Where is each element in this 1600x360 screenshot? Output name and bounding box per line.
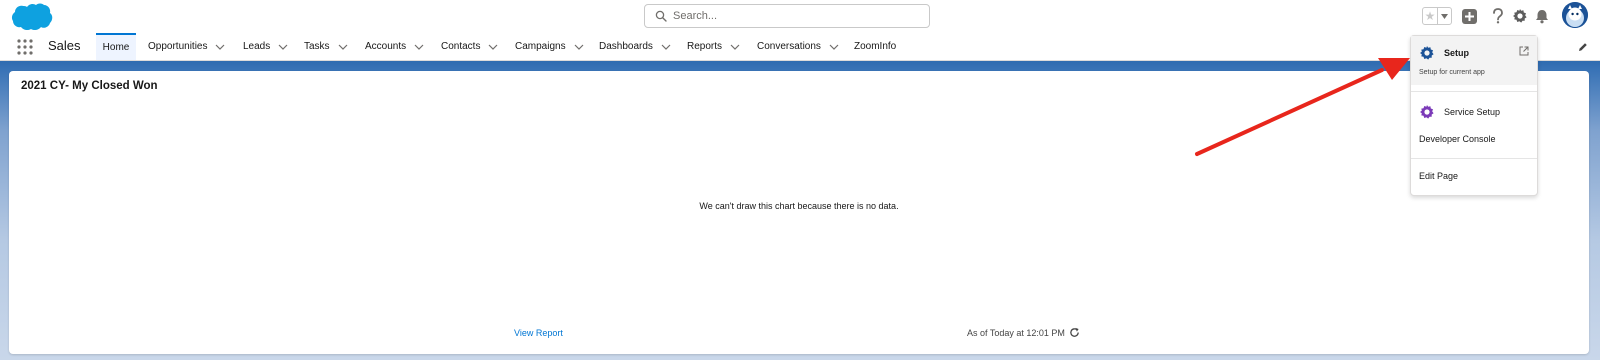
help-button[interactable]	[1489, 7, 1507, 25]
setup-menu-dropdown: Setup Setup for current app Service Setu…	[1410, 35, 1538, 196]
app-name: Sales	[48, 38, 81, 53]
global-actions-button[interactable]	[1460, 7, 1478, 25]
bell-icon	[1536, 9, 1548, 23]
view-report-link[interactable]: View Report	[514, 328, 563, 338]
tab-accounts[interactable]: Accounts	[365, 33, 424, 60]
chevron-down-icon[interactable]	[730, 44, 740, 50]
service-setup-label: Service Setup	[1444, 107, 1501, 117]
developer-console-menu-item[interactable]: Developer Console	[1411, 129, 1537, 149]
tab-label: Campaigns	[515, 41, 566, 52]
setup-gear-button[interactable]	[1511, 7, 1529, 25]
service-setup-menu-item[interactable]: Service Setup	[1411, 100, 1537, 124]
salesforce-logo[interactable]	[10, 2, 54, 32]
setup-sublabel: Setup for current app	[1419, 69, 1485, 76]
favorites-group: ★	[1422, 7, 1452, 25]
chevron-down-icon[interactable]	[414, 44, 424, 50]
app-navigation-bar: Sales Home Opportunities Leads Tasks Acc…	[0, 33, 1600, 61]
app-launcher-icon[interactable]	[17, 39, 33, 55]
setup-menu-item[interactable]: Setup Setup for current app	[1411, 36, 1537, 85]
edit-page-menu-item[interactable]: Edit Page	[1411, 166, 1537, 186]
global-header: ★	[0, 0, 1600, 33]
last-refreshed-text: As of Today at 12:01 PM	[967, 328, 1065, 338]
tab-label: Conversations	[757, 41, 821, 52]
gear-icon	[1420, 46, 1434, 60]
tab-label: Leads	[243, 41, 271, 52]
notifications-button[interactable]	[1533, 7, 1551, 25]
add-icon	[1461, 8, 1477, 24]
tab-label: Opportunities	[148, 41, 208, 52]
chevron-down-icon[interactable]	[574, 44, 584, 50]
tab-label: Home	[102, 42, 130, 53]
tab-leads[interactable]: Leads	[243, 33, 288, 60]
menu-divider	[1411, 158, 1537, 159]
gear-icon	[1420, 105, 1434, 119]
developer-console-label: Developer Console	[1419, 134, 1496, 144]
tab-label: Tasks	[304, 41, 330, 52]
astro-avatar-image	[1562, 2, 1588, 28]
help-icon	[1493, 8, 1503, 24]
chevron-down-icon[interactable]	[338, 44, 348, 50]
caret-down-icon	[1441, 13, 1448, 19]
tab-label: Contacts	[441, 41, 481, 52]
card-title: 2021 CY- My Closed Won	[21, 80, 158, 92]
tab-zoominfo[interactable]: ZoomInfo	[854, 33, 896, 60]
external-link-icon[interactable]	[1519, 46, 1529, 56]
dashboard-chart-card: 2021 CY- My Closed Won We can't draw thi…	[9, 71, 1589, 354]
avatar[interactable]	[1562, 2, 1588, 28]
edit-page-label: Edit Page	[1419, 171, 1459, 181]
tab-label: Dashboards	[599, 41, 653, 52]
tab-tasks[interactable]: Tasks	[304, 33, 348, 60]
search-icon	[655, 10, 667, 22]
tab-conversations[interactable]: Conversations	[757, 33, 839, 60]
chevron-down-icon[interactable]	[278, 44, 288, 50]
setup-label: Setup	[1444, 48, 1470, 58]
tab-dashboards[interactable]: Dashboards	[599, 33, 671, 60]
chevron-down-icon[interactable]	[488, 44, 498, 50]
tab-opportunities[interactable]: Opportunities	[148, 33, 225, 60]
menu-divider	[1411, 91, 1537, 92]
tab-label: ZoomInfo	[854, 41, 897, 52]
tab-contacts[interactable]: Contacts	[441, 33, 498, 60]
search-input[interactable]	[671, 6, 921, 26]
chevron-down-icon[interactable]	[829, 44, 839, 50]
gear-icon	[1513, 9, 1527, 23]
global-search[interactable]	[644, 4, 930, 28]
tab-campaigns[interactable]: Campaigns	[515, 33, 584, 60]
tab-reports[interactable]: Reports	[687, 33, 740, 60]
tab-home[interactable]: Home	[96, 33, 136, 60]
star-icon[interactable]: ★	[1423, 8, 1438, 24]
tab-label: Reports	[687, 41, 723, 52]
favorites-list-button[interactable]	[1438, 8, 1451, 24]
chevron-down-icon[interactable]	[215, 44, 225, 50]
pencil-icon[interactable]	[1578, 42, 1588, 52]
tab-label: Accounts	[365, 41, 407, 52]
refresh-icon[interactable]	[1069, 327, 1080, 338]
no-data-message: We can't draw this chart because there i…	[699, 201, 899, 211]
chevron-down-icon[interactable]	[661, 44, 671, 50]
